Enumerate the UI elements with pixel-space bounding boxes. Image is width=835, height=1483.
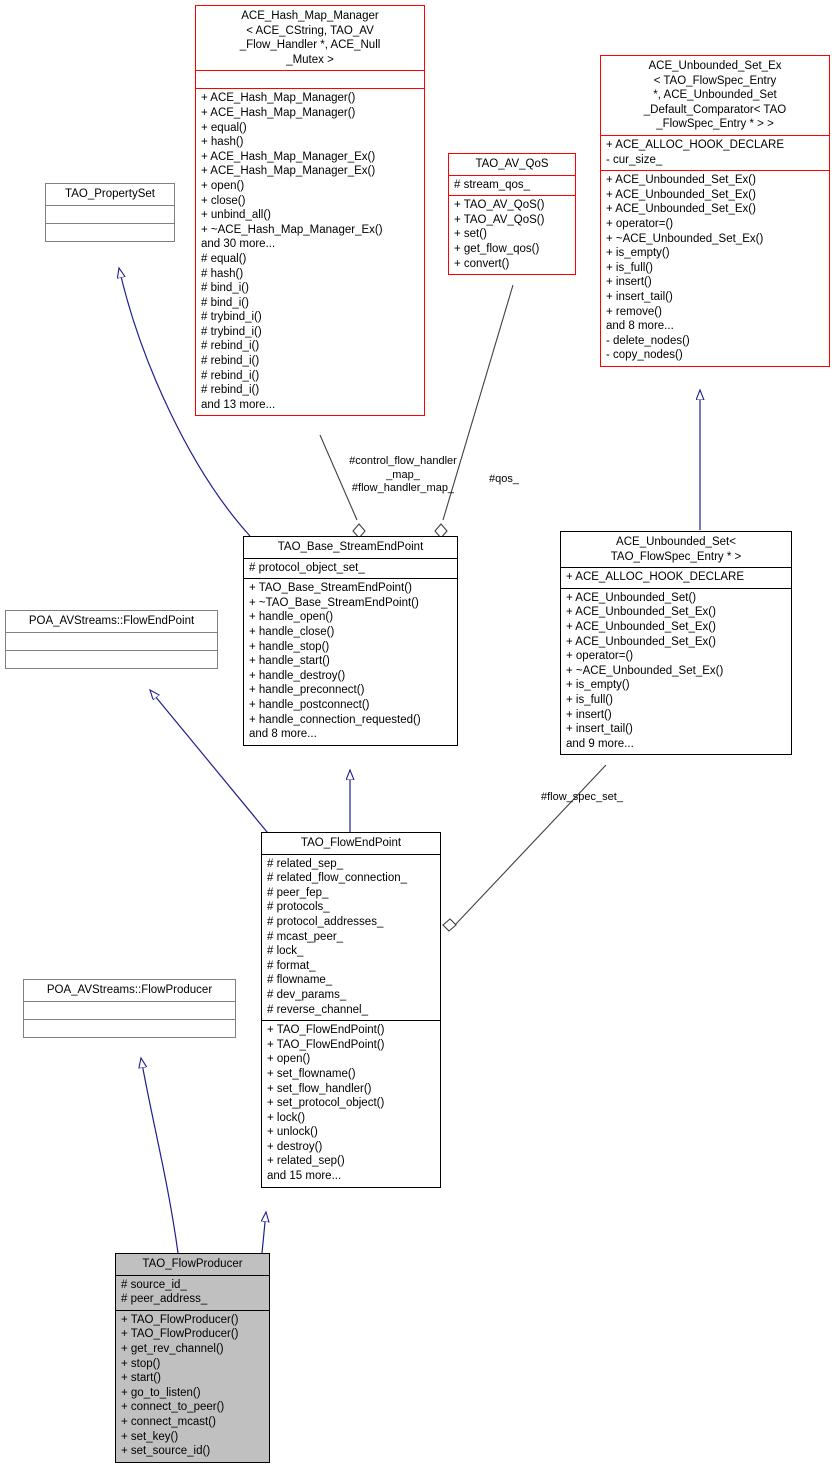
class-methods-tao-property-set [46, 222, 174, 241]
class-methods-ace-unbounded-set-ex: + ACE_Unbounded_Set_Ex() + ACE_Unbounded… [601, 170, 829, 366]
class-attributes-tao-base-streamendpoint: # protocol_object_set_ [244, 557, 457, 579]
class-title-tao-base-streamendpoint: TAO_Base_StreamEndPoint [277, 541, 424, 553]
class-methods-poa-avstreams-flowproducer [24, 1018, 235, 1037]
class-box-tao-base-streamendpoint[interactable]: TAO_Base_StreamEndPoint # protocol_objec… [243, 536, 458, 746]
uml-diagram-canvas: #control_flow_handler _map_ #flow_handle… [0, 0, 835, 1483]
edge-label-qos: #qos_ [489, 473, 519, 485]
class-methods-ace-unbounded-set: + ACE_Unbounded_Set() + ACE_Unbounded_Se… [561, 587, 791, 755]
class-methods-poa-avstreams-flowendpoint [6, 649, 217, 668]
edge-flowproducer-to-poa-flowendpoint-chain [141, 1058, 179, 1254]
class-methods-tao-av-qos: + TAO_AV_QoS() + TAO_AV_QoS() + set() + … [449, 195, 575, 274]
class-attributes-ace-unbounded-set-ex: + ACE_ALLOC_HOOK_DECLARE - cur_size_ [601, 134, 829, 170]
class-attributes-tao-av-qos: # stream_qos_ [449, 174, 575, 196]
class-methods-tao-flowproducer: + TAO_FlowProducer() + TAO_FlowProducer(… [116, 1309, 269, 1462]
class-methods-tao-base-streamendpoint: + TAO_Base_StreamEndPoint() + ~TAO_Base_… [244, 578, 457, 745]
class-title-ace-unbounded-set-ex: ACE_Unbounded_Set_Ex < TAO_FlowSpec_Entr… [643, 60, 787, 131]
class-box-poa-avstreams-flowendpoint[interactable]: POA_AVStreams::FlowEndPoint [5, 610, 218, 669]
class-box-ace-hash-map-manager[interactable]: ACE_Hash_Map_Manager < ACE_CString, TAO_… [195, 5, 425, 417]
class-title-ace-unbounded-set: ACE_Unbounded_Set< TAO_FlowSpec_Entry * … [610, 536, 742, 563]
class-box-poa-avstreams-flowproducer[interactable]: POA_AVStreams::FlowProducer [23, 979, 236, 1038]
class-methods-ace-hash-map-manager: + ACE_Hash_Map_Manager() + ACE_Hash_Map_… [196, 88, 424, 415]
class-attributes-tao-flowproducer: # source_id_ # peer_address_ [116, 1274, 269, 1310]
class-title-tao-flowendpoint: TAO_FlowEndPoint [300, 837, 402, 849]
class-box-tao-flowendpoint[interactable]: TAO_FlowEndPoint # related_sep_ # relate… [261, 832, 441, 1188]
edge-flowproducer-to-flowendpoint [262, 1212, 266, 1254]
class-box-tao-flowproducer[interactable]: TAO_FlowProducer # source_id_ # peer_add… [115, 1253, 270, 1463]
class-title-tao-property-set: TAO_PropertySet [65, 188, 155, 200]
class-title-poa-avstreams-flowproducer: POA_AVStreams::FlowProducer [46, 984, 213, 996]
class-title-ace-hash-map-manager: ACE_Hash_Map_Manager < ACE_CString, TAO_… [239, 10, 381, 66]
class-box-tao-property-set[interactable]: TAO_PropertySet [45, 183, 175, 242]
edge-unbounded-set-to-flowendpoint [454, 764, 607, 926]
class-attributes-ace-hash-map-manager [196, 70, 424, 88]
edge-label-flow-spec-set: #flow_spec_set_ [541, 791, 623, 803]
class-box-tao-av-qos[interactable]: TAO_AV_QoS # stream_qos_ + TAO_AV_QoS() … [448, 153, 576, 276]
class-box-ace-unbounded-set-ex[interactable]: ACE_Unbounded_Set_Ex < TAO_FlowSpec_Entr… [600, 55, 830, 367]
aggregation-diamond-flow-spec-set [442, 918, 457, 932]
class-title-tao-flowproducer: TAO_FlowProducer [142, 1258, 243, 1270]
class-attributes-tao-flowendpoint: # related_sep_ # related_flow_connection… [262, 853, 440, 1021]
class-box-ace-unbounded-set[interactable]: ACE_Unbounded_Set< TAO_FlowSpec_Entry * … [560, 531, 792, 756]
class-title-poa-avstreams-flowendpoint: POA_AVStreams::FlowEndPoint [28, 615, 195, 627]
edge-label-control-flow-handler-map: #control_flow_handler _map_ #flow_handle… [349, 455, 457, 494]
class-attributes-tao-property-set [46, 204, 174, 223]
class-title-tao-av-qos: TAO_AV_QoS [475, 158, 549, 170]
class-attributes-ace-unbounded-set: + ACE_ALLOC_HOOK_DECLARE [561, 567, 791, 588]
class-methods-tao-flowendpoint: + TAO_FlowEndPoint() + TAO_FlowEndPoint(… [262, 1020, 440, 1187]
class-attributes-poa-avstreams-flowendpoint [6, 631, 217, 650]
class-attributes-poa-avstreams-flowproducer [24, 1000, 235, 1019]
